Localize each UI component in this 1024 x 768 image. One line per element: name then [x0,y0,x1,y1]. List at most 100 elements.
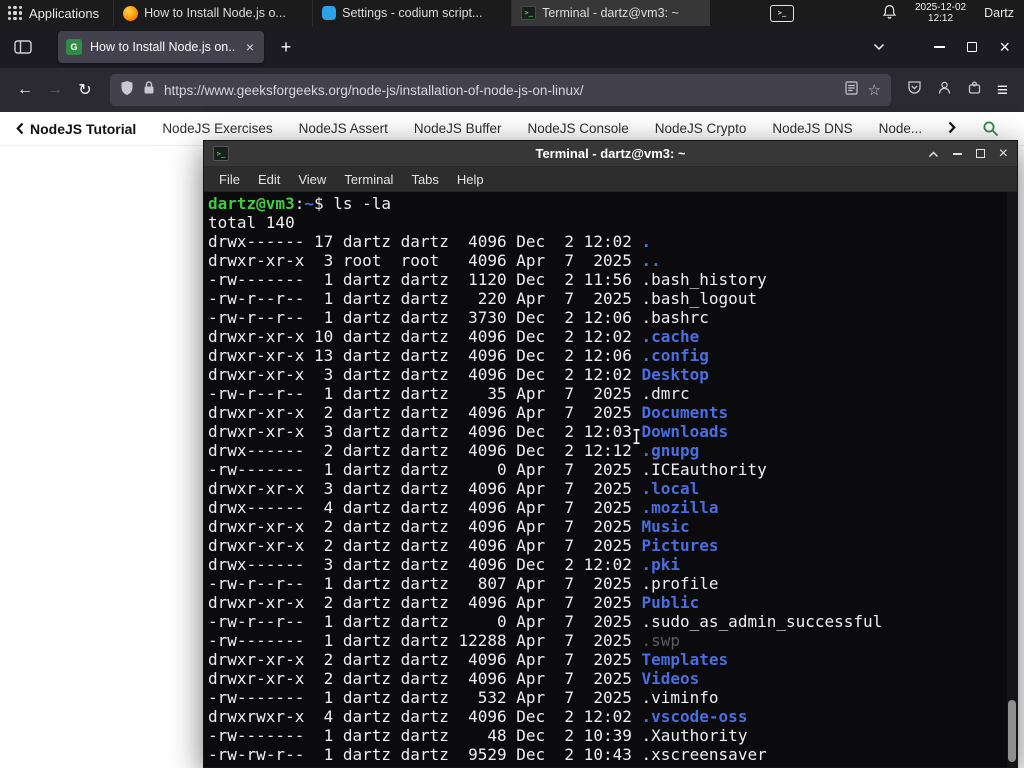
terminal-ls-line: drwxr-xr-x 2 dartz dartz 4096 Apr 7 2025… [208,650,729,669]
minimize-button[interactable] [934,46,946,48]
terminal-ls-line: drwx------ 17 dartz dartz 4096 Dec 2 12:… [208,232,652,251]
terminal-menu-tabs[interactable]: Tabs [402,169,447,190]
gfg-nav-links: NodeJS Exercises NodeJS Assert NodeJS Buff… [162,121,922,136]
gfg-nav-link[interactable]: NodeJS DNS [772,121,852,136]
terminal-menu-terminal[interactable]: Terminal [335,169,402,190]
terminal-minimize-button[interactable] [952,152,962,155]
chevron-down-icon [874,43,885,51]
reader-mode-icon[interactable] [845,80,859,100]
chevron-left-icon [16,122,24,135]
browser-tab-bar: G How to Install Node.js on... × + × [0,26,1024,68]
terminal-prompt-line: dartz@vm3:~$ ls -la [208,194,392,213]
gfg-nav-link[interactable]: NodeJS Assert [299,121,388,136]
terminal-scrollbar[interactable] [1007,192,1017,767]
terminal-window-icon: >_ [213,146,229,161]
bookmark-star-icon[interactable]: ☆ [867,81,880,99]
close-button[interactable]: × [999,38,1010,56]
terminal-ls-line: drwxr-xr-x 2 dartz dartz 4096 Apr 7 2025… [208,669,700,688]
terminal-menu-edit[interactable]: Edit [249,169,289,190]
terminal-body[interactable]: dartz@vm3:~$ ls -la total 140 drwx------ 1… [204,192,1017,767]
applications-label: Applications [29,5,100,21]
url-bar[interactable]: https://www.geeksforgeeks.org/node-js/in… [110,74,891,106]
gfg-nav-forward[interactable] [948,121,956,137]
browser-nav-toolbar: ← → ↻ https://www.geeksforgeeks.org/node… [0,68,1024,112]
terminal-ls-line: -rw-r--r-- 1 dartz dartz 220 Apr 7 2025 … [208,289,758,308]
terminal-menu-view[interactable]: View [289,169,335,190]
back-button[interactable]: ← [10,75,40,105]
clock-date: 2025-12-02 [914,1,967,13]
browser-window-controls: × [934,38,1016,56]
terminal-ls-line: -rw------- 1 dartz dartz 12288 Apr 7 202… [208,631,681,650]
firefox-view-button[interactable] [8,33,38,61]
new-tab-button[interactable]: + [272,33,300,61]
gfg-search-button[interactable] [982,120,999,137]
terminal-ls-line: drwxr-xr-x 13 dartz dartz 4096 Dec 2 12:… [208,346,709,365]
gfg-tutorial-label: NodeJS Tutorial [30,120,137,137]
terminal-total-line: total 140 [208,213,295,232]
chevron-up-icon [928,150,938,157]
terminal-window-title: Terminal - dartz@vm3: ~ [535,146,686,161]
terminal-ls-line: drwxr-xr-x 3 dartz dartz 4096 Dec 2 12:0… [208,365,709,384]
terminal-maximize-button[interactable] [975,149,985,158]
toolbar-right-icons: ≡ [901,80,1014,100]
gfg-nav-link[interactable]: NodeJS Exercises [162,121,272,136]
firefox-icon [123,5,139,21]
extensions-icon[interactable] [967,80,982,100]
terminal-ls-line: drwxr-xr-x 3 dartz dartz 4096 Dec 2 12:0… [208,422,729,441]
pocket-icon[interactable] [907,80,922,100]
terminal-ls-line: -rw------- 1 dartz dartz 1120 Dec 2 11:5… [208,270,767,289]
gfg-nav-link[interactable]: NodeJS Crypto [655,121,747,136]
panel-tray-area: >_ 2025-12-02 12:12 Dartz [769,0,1024,26]
clock-time: 12:12 [928,13,954,24]
terminal-ls-line: -rw-r--r-- 1 dartz dartz 0 Apr 7 2025 .s… [208,612,883,631]
terminal-ls-line: -rw-r--r-- 1 dartz dartz 807 Apr 7 2025 … [208,574,719,593]
terminal-ls-line: drwxr-xr-x 2 dartz dartz 4096 Apr 7 2025… [208,536,719,555]
terminal-menubar: File Edit View Terminal Tabs Help [204,167,1017,192]
terminal-menu-help[interactable]: Help [448,169,493,190]
menu-icon[interactable]: ≡ [997,81,1008,100]
notification-bell-icon[interactable] [882,4,897,23]
tracking-shield-icon[interactable] [120,80,134,101]
terminal-close-button[interactable]: × [999,145,1008,161]
applications-grid-icon [8,6,22,20]
forward-button[interactable]: → [40,75,70,105]
lock-icon[interactable] [143,80,155,100]
maximize-button[interactable] [967,42,978,52]
panel-username: Dartz [984,6,1014,20]
terminal-ls-line: drwxr-xr-x 3 root root 4096 Apr 7 2025 .… [208,251,661,270]
terminal-scrollbar-thumb[interactable] [1008,700,1016,762]
terminal-output: dartz@vm3:~$ ls -la total 140 drwx------ 1… [208,194,1017,764]
list-all-tabs-button[interactable] [866,34,892,60]
tab-close-icon[interactable]: × [244,39,256,55]
codium-icon [322,6,337,20]
taskbar-button-browser[interactable]: How to Install Node.js o... [113,0,312,26]
panel-clock[interactable]: 2025-12-02 12:12 [915,2,966,25]
terminal-menu-file[interactable]: File [210,169,249,190]
terminal-titlebar[interactable]: >_ Terminal - dartz@vm3: ~ × [204,141,1017,167]
applications-menu-button[interactable]: Applications [0,0,113,26]
firefox-view-icon [14,40,32,54]
terminal-ls-line: -rw-r--r-- 1 dartz dartz 3730 Dec 2 12:0… [208,308,709,327]
terminal-ls-line: -rw-r--r-- 1 dartz dartz 35 Apr 7 2025 .… [208,384,690,403]
account-icon[interactable] [937,80,952,100]
terminal-ls-line: drwxr-xr-x 2 dartz dartz 4096 Apr 7 2025… [208,517,690,536]
gfg-nav-link[interactable]: NodeJS Console [527,121,628,136]
reload-button[interactable]: ↻ [70,75,100,105]
shade-button[interactable] [928,145,939,163]
gfg-nav-back[interactable]: NodeJS Tutorial [16,121,136,137]
taskbar-button-codium[interactable]: Settings - codium script... [312,0,511,26]
terminal-ls-line: -rw------- 1 dartz dartz 48 Dec 2 10:39 … [208,726,748,745]
terminal-ls-line: drwx------ 2 dartz dartz 4096 Dec 2 12:1… [208,441,700,460]
gfg-nav-link[interactable]: Node... [879,121,923,136]
taskbar-button-terminal[interactable]: >_ Terminal - dartz@vm3: ~ [511,0,711,26]
terminal-ls-line: drwx------ 3 dartz dartz 4096 Dec 2 12:0… [208,555,681,574]
terminal-ls-line: -rw------- 1 dartz dartz 0 Apr 7 2025 .I… [208,460,767,479]
terminal-ls-line: -rw-rw-r-- 1 dartz dartz 9529 Dec 2 10:4… [208,745,767,764]
terminal-ls-line: drwx------ 4 dartz dartz 4096 Apr 7 2025… [208,498,719,517]
tray-terminal-icon[interactable]: >_ [769,4,794,22]
gfg-nav-link[interactable]: NodeJS Buffer [414,121,502,136]
geeksforgeeks-favicon: G [66,39,82,55]
browser-tab[interactable]: G How to Install Node.js on... × [58,31,264,63]
url-text[interactable]: https://www.geeksforgeeks.org/node-js/in… [164,83,836,98]
search-icon [983,121,999,136]
